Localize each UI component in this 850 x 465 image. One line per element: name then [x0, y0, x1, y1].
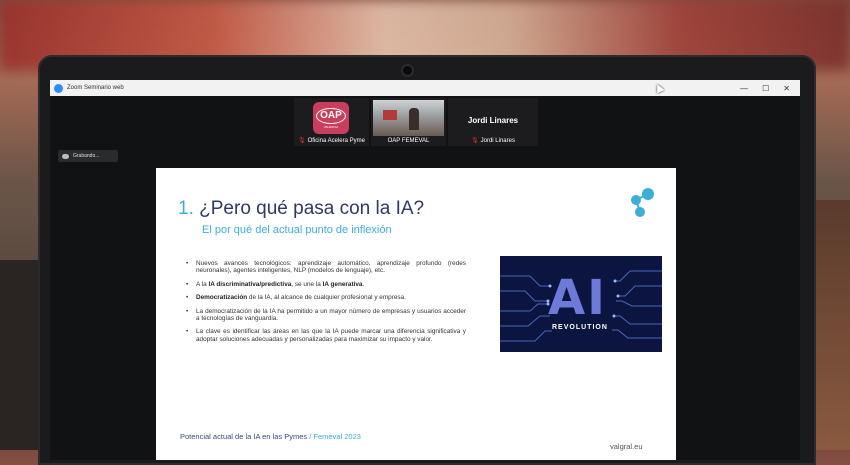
valgral-logo-icon [631, 188, 654, 217]
participant-tile-jordi[interactable]: Jordi Linares 🎙 Jordi Linares [448, 98, 538, 146]
bullet-bold-text: Democratización [196, 294, 248, 302]
close-button[interactable]: ✕ [783, 84, 790, 93]
participant-name: OAP FEMEVAL [371, 138, 446, 144]
shared-slide: 1. ¿Pero qué pasa con la IA? El por qué … [156, 168, 676, 460]
ai-revolution-image: AI REVOLUTION [500, 256, 662, 352]
participant-name-text: Oficina Acelera Pyme [307, 138, 365, 144]
bullet-text: , se une la [291, 280, 323, 288]
participant-name: 🎙 Jordi Linares [448, 137, 538, 144]
webcam [403, 66, 412, 75]
bullet-bold-text: IA generativa [322, 280, 363, 288]
oap-logo-sub: VALENCIA [323, 124, 339, 129]
ai-big-text: AI [548, 270, 608, 326]
oap-logo: OAP VALENCIA [313, 102, 349, 134]
slide-footer-left: Potencial actual de la IA en las Pymes /… [180, 432, 361, 441]
window-titlebar: Zoom Seminario web — ☐ ✕ [50, 80, 800, 96]
recording-indicator[interactable]: Grabando... [58, 150, 118, 162]
zoom-app-icon [54, 83, 63, 93]
participant-name-text: OAP FEMEVAL [387, 138, 430, 144]
bullet-text: La democratización de la IA ha permitido… [196, 307, 466, 323]
slide-bullet: La clave es identificar las áreas en las… [184, 328, 466, 343]
footer-accent-text: / Femeval 2023 [307, 432, 361, 441]
minimize-button[interactable]: — [740, 84, 748, 93]
window-title: Zoom Seminario web [67, 85, 124, 91]
background-table [810, 200, 850, 450]
slide-bullet: A la IA discriminativa/predictiva, se un… [184, 280, 466, 289]
oap-logo-text: OAP [316, 107, 346, 124]
slide-bullet: La democratización de la IA ha permitido… [184, 308, 466, 323]
slide-title-text: ¿Pero qué pasa con la IA? [199, 198, 425, 219]
participant-strip: OAP VALENCIA 🎙 Oficina Acelera Pyme OAP F… [294, 98, 538, 146]
ai-caption: REVOLUTION [552, 324, 608, 331]
footer-text: Potencial actual de la IA en las Pymes [180, 432, 308, 441]
bullet-text: A la [196, 280, 209, 288]
mouse-cursor-icon [653, 82, 665, 94]
slide-bullet: Nuevos avances tecnológicos: aprendizaje… [184, 260, 466, 275]
slide-title: 1. ¿Pero qué pasa con la IA? [178, 198, 424, 220]
participant-name-text: Jordi Linares [480, 138, 515, 144]
window-controls: — ☐ ✕ [740, 80, 790, 96]
slide-bullet-list: Nuevos avances tecnológicos: aprendizaje… [184, 260, 466, 349]
participant-display-name: Jordi Linares [467, 116, 519, 125]
participant-video [373, 100, 444, 136]
slide-title-number: 1. [178, 198, 194, 219]
bullet-text: . [362, 280, 365, 288]
bullet-text: Nuevos avances tecnológicos: aprendizaje… [196, 260, 466, 275]
slide-subtitle: El por qué del actual punto de inflexión [202, 224, 392, 236]
maximize-button[interactable]: ☐ [762, 84, 769, 93]
recording-label: Grabando... [73, 153, 100, 159]
laptop-screen: Zoom Seminario web — ☐ ✕ OAP VALENCIA 🎙 O… [50, 80, 800, 460]
participant-name: 🎙 Oficina Acelera Pyme [294, 137, 369, 144]
participant-tile-oficina[interactable]: OAP VALENCIA 🎙 Oficina Acelera Pyme [294, 98, 369, 146]
bullet-bold-text: IA discriminativa/predictiva [208, 280, 292, 288]
mic-muted-icon: 🎙 [298, 138, 306, 144]
bullet-text: La clave es identificar las áreas en las… [196, 328, 466, 343]
bullet-text: de la IA, al alcance de cualquier profes… [247, 294, 406, 302]
mic-muted-icon: 🎙 [471, 138, 479, 144]
slide-bullet: Democratización de la IA, al alcance de … [184, 294, 466, 302]
background-chair [0, 260, 40, 450]
cloud-record-icon [62, 153, 69, 159]
participant-tile-femeval[interactable]: OAP FEMEVAL [371, 98, 446, 146]
